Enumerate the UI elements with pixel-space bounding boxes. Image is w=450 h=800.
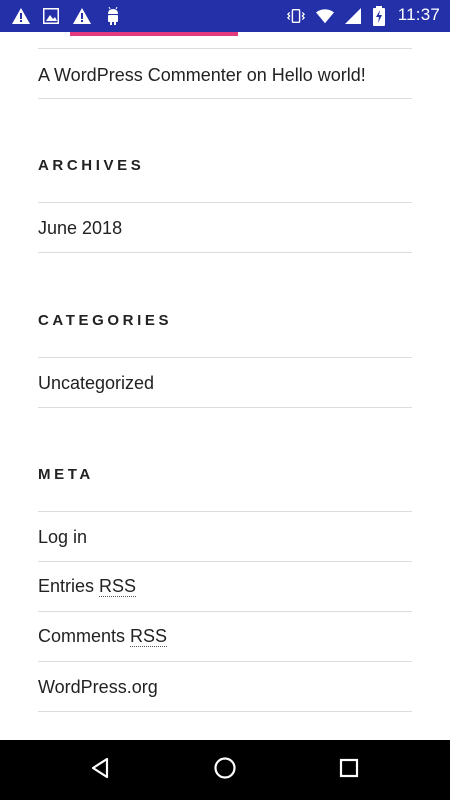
back-triangle-icon (89, 757, 111, 784)
home-circle-icon (213, 756, 237, 785)
login-link[interactable]: Log in (38, 526, 87, 548)
recents-button[interactable] (334, 755, 364, 785)
vibrate-icon (287, 7, 305, 25)
divider (38, 48, 412, 49)
comments-rss-label: Comments (38, 626, 131, 646)
archives-heading: ARCHIVES (38, 157, 145, 174)
status-bar: 11:37 (0, 0, 450, 32)
image-icon (42, 7, 60, 25)
wifi-icon (316, 7, 334, 25)
recent-comment-item: A WordPress Commenter on Hello world! (38, 64, 366, 86)
divider (38, 252, 412, 253)
signal-icon (344, 7, 362, 25)
android-icon (104, 7, 122, 25)
comment-author-link[interactable]: A WordPress Commenter (38, 65, 242, 85)
back-button[interactable] (85, 755, 115, 785)
rss-abbr: RSS (99, 576, 137, 597)
divider (38, 407, 412, 408)
alert-icon (73, 7, 91, 25)
divider (38, 661, 412, 662)
divider (38, 711, 412, 712)
categories-heading: CATEGORIES (38, 312, 173, 329)
accent-bar (70, 32, 238, 36)
divider (38, 561, 412, 562)
divider (38, 98, 412, 99)
meta-heading: META (38, 466, 94, 483)
clock-time: 11:37 (397, 5, 440, 24)
recents-square-icon (339, 758, 359, 783)
category-link-uncategorized[interactable]: Uncategorized (38, 372, 154, 394)
comment-post-link[interactable]: Hello world! (272, 65, 366, 85)
battery-charging-icon (370, 6, 388, 26)
divider (38, 511, 412, 512)
page-content: A WordPress Commenter on Hello world! AR… (0, 32, 450, 740)
rss-abbr: RSS (130, 626, 168, 647)
entries-rss-label: Entries (38, 576, 100, 596)
comment-connector: on (241, 65, 272, 85)
archive-link-june-2018[interactable]: June 2018 (38, 217, 122, 239)
alert-icon (12, 7, 30, 25)
entries-rss-link[interactable]: Entries RSS (38, 575, 137, 597)
divider (38, 357, 412, 358)
wordpress-org-link[interactable]: WordPress.org (38, 676, 158, 698)
navigation-bar (0, 740, 450, 800)
divider (38, 202, 412, 203)
divider (38, 611, 412, 612)
home-button[interactable] (210, 755, 240, 785)
comments-rss-link[interactable]: Comments RSS (38, 625, 168, 647)
